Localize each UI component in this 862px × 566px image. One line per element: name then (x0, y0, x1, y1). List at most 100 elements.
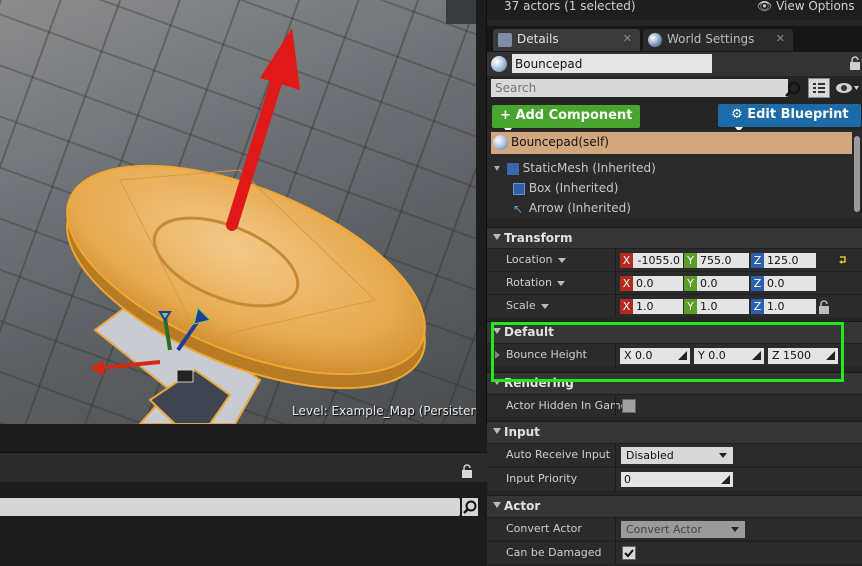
row-input-priority: Input Priority 0 (487, 467, 862, 491)
category-rendering[interactable]: Rendering (487, 372, 862, 394)
x-axis-badge: X (620, 299, 633, 314)
outliner-footer: 37 actors (1 selected) 👁 View Options (487, 0, 862, 20)
bounce-y-value: Y 0.0 (698, 349, 726, 362)
chevron-down-icon (557, 280, 566, 286)
scale-x-field[interactable]: 1.0 (633, 299, 683, 314)
tab-label: Details (517, 32, 559, 46)
collapse-arrow-icon (493, 379, 501, 385)
grid-icon[interactable] (808, 78, 830, 98)
z-axis-badge: Z (751, 276, 764, 291)
close-icon[interactable]: ✕ (623, 32, 632, 45)
location-label[interactable]: Location (506, 253, 566, 266)
rotation-label[interactable]: Rotation (506, 276, 566, 289)
category-label: Rendering (504, 376, 574, 390)
expand-arrow-icon (494, 166, 500, 171)
auto-receive-value: Disabled (626, 449, 674, 462)
category-default[interactable]: Default (487, 321, 862, 343)
globe-icon (648, 33, 662, 47)
scale-label[interactable]: Scale (506, 299, 549, 312)
scale-z-field[interactable]: 1.0 (764, 299, 816, 314)
panel-splitter[interactable] (476, 0, 487, 424)
category-label: Default (504, 325, 554, 339)
bounce-x-value: X 0.0 (624, 349, 653, 362)
component-tree: Bouncepad(self) StaticMesh (Inherited) B… (487, 130, 862, 218)
divider (615, 395, 616, 418)
direction-arrow-head (260, 28, 300, 90)
content-browser-header (0, 452, 487, 482)
bounce-x-field[interactable]: X 0.0 (620, 348, 690, 364)
component-self[interactable]: Bouncepad(self) (491, 132, 852, 154)
component-scrollbar[interactable] (854, 136, 860, 212)
category-transform[interactable]: Transform (487, 227, 862, 249)
rotation-y-field[interactable]: 0.0 (697, 276, 749, 291)
divider (615, 542, 616, 565)
search-icon[interactable] (462, 498, 478, 516)
row-actor-hidden: Actor Hidden In Game (487, 394, 862, 418)
component-arrow[interactable]: ↖ Arrow (Inherited) (513, 201, 631, 215)
lock-icon[interactable] (461, 464, 473, 478)
view-options-button[interactable]: 👁 View Options (757, 0, 855, 13)
bounce-y-field[interactable]: Y 0.0 (694, 348, 764, 364)
component-label: Bouncepad(self) (511, 135, 609, 149)
rotation-label-text: Rotation (506, 276, 553, 289)
row-scale: Scale X 1.0 Y 1.0 Z 1.0 (487, 294, 862, 318)
can-be-damaged-checkbox[interactable] (622, 546, 636, 560)
chevron-down-icon (731, 527, 739, 532)
input-priority-label: Input Priority (506, 472, 578, 485)
auto-receive-select[interactable]: Disabled (621, 447, 733, 464)
bounce-z-field[interactable]: Z 1500 (768, 348, 838, 364)
row-convert-actor: Convert Actor Convert Actor (487, 517, 862, 541)
box-icon (513, 182, 525, 195)
edit-blueprint-button[interactable]: ⚙ Edit Blueprint (718, 104, 861, 132)
component-box[interactable]: Box (Inherited) (513, 181, 618, 195)
input-priority-value: 0 (624, 473, 631, 486)
viewport-scene (66, 28, 426, 424)
rotation-z-field[interactable]: 0.0 (764, 276, 816, 291)
actor-name-input[interactable] (512, 54, 712, 73)
close-icon[interactable]: ✕ (776, 32, 785, 45)
can-be-damaged-label: Can be Damaged (506, 546, 602, 559)
z-axis-badge: Z (751, 253, 764, 268)
input-priority-field[interactable]: 0 (621, 472, 733, 487)
eye-icon[interactable] (835, 81, 859, 95)
category-input[interactable]: Input (487, 421, 862, 443)
expand-arrow-icon[interactable] (495, 351, 500, 359)
arrow-icon: ↖ (513, 201, 524, 216)
scale-y-field[interactable]: 1.0 (697, 299, 749, 314)
rotation-x-field[interactable]: 0.0 (633, 276, 683, 291)
eye-icon: 👁 (757, 0, 777, 13)
component-staticmesh[interactable]: StaticMesh (Inherited) (494, 161, 656, 175)
convert-actor-select[interactable]: Convert Actor (621, 521, 745, 538)
details-icon (498, 33, 512, 47)
row-can-be-damaged: Can be Damaged (487, 541, 862, 565)
lock-icon[interactable] (818, 300, 830, 314)
tab-label: World Settings (667, 32, 755, 46)
collapse-arrow-icon (493, 234, 501, 240)
level-viewport[interactable]: Level: Example_Map (Persistent) (0, 0, 476, 424)
scale-label-text: Scale (506, 299, 536, 312)
location-label-text: Location (506, 253, 553, 266)
tab-world-settings[interactable]: World Settings ✕ (643, 29, 793, 51)
y-axis-badge: Y (684, 276, 697, 291)
category-label: Actor (504, 499, 541, 513)
component-label: StaticMesh (Inherited) (522, 161, 656, 175)
divider (615, 272, 616, 295)
location-x-field[interactable]: -1055.0 (633, 253, 683, 268)
details-search-row (487, 78, 862, 100)
tab-details[interactable]: Details ✕ (493, 29, 640, 51)
location-y-field[interactable]: 755.0 (697, 253, 749, 268)
z-axis-badge: Z (751, 299, 764, 314)
details-panel: 37 actors (1 selected) 👁 View Options De… (487, 0, 862, 566)
content-browser-panel (0, 424, 487, 566)
chevron-down-icon (719, 453, 727, 458)
reset-arrow-icon[interactable] (838, 255, 848, 265)
add-component-button[interactable]: + Add Component (492, 105, 640, 133)
location-z-field[interactable]: 125.0 (764, 253, 816, 268)
content-search-input[interactable] (0, 498, 460, 516)
lock-icon[interactable] (849, 56, 861, 70)
actor-hidden-checkbox[interactable] (622, 399, 636, 413)
details-search-input[interactable] (491, 79, 788, 97)
edit-blueprint-label: Edit Blueprint (747, 107, 849, 122)
search-icon[interactable] (784, 80, 802, 98)
category-actor[interactable]: Actor (487, 495, 862, 517)
